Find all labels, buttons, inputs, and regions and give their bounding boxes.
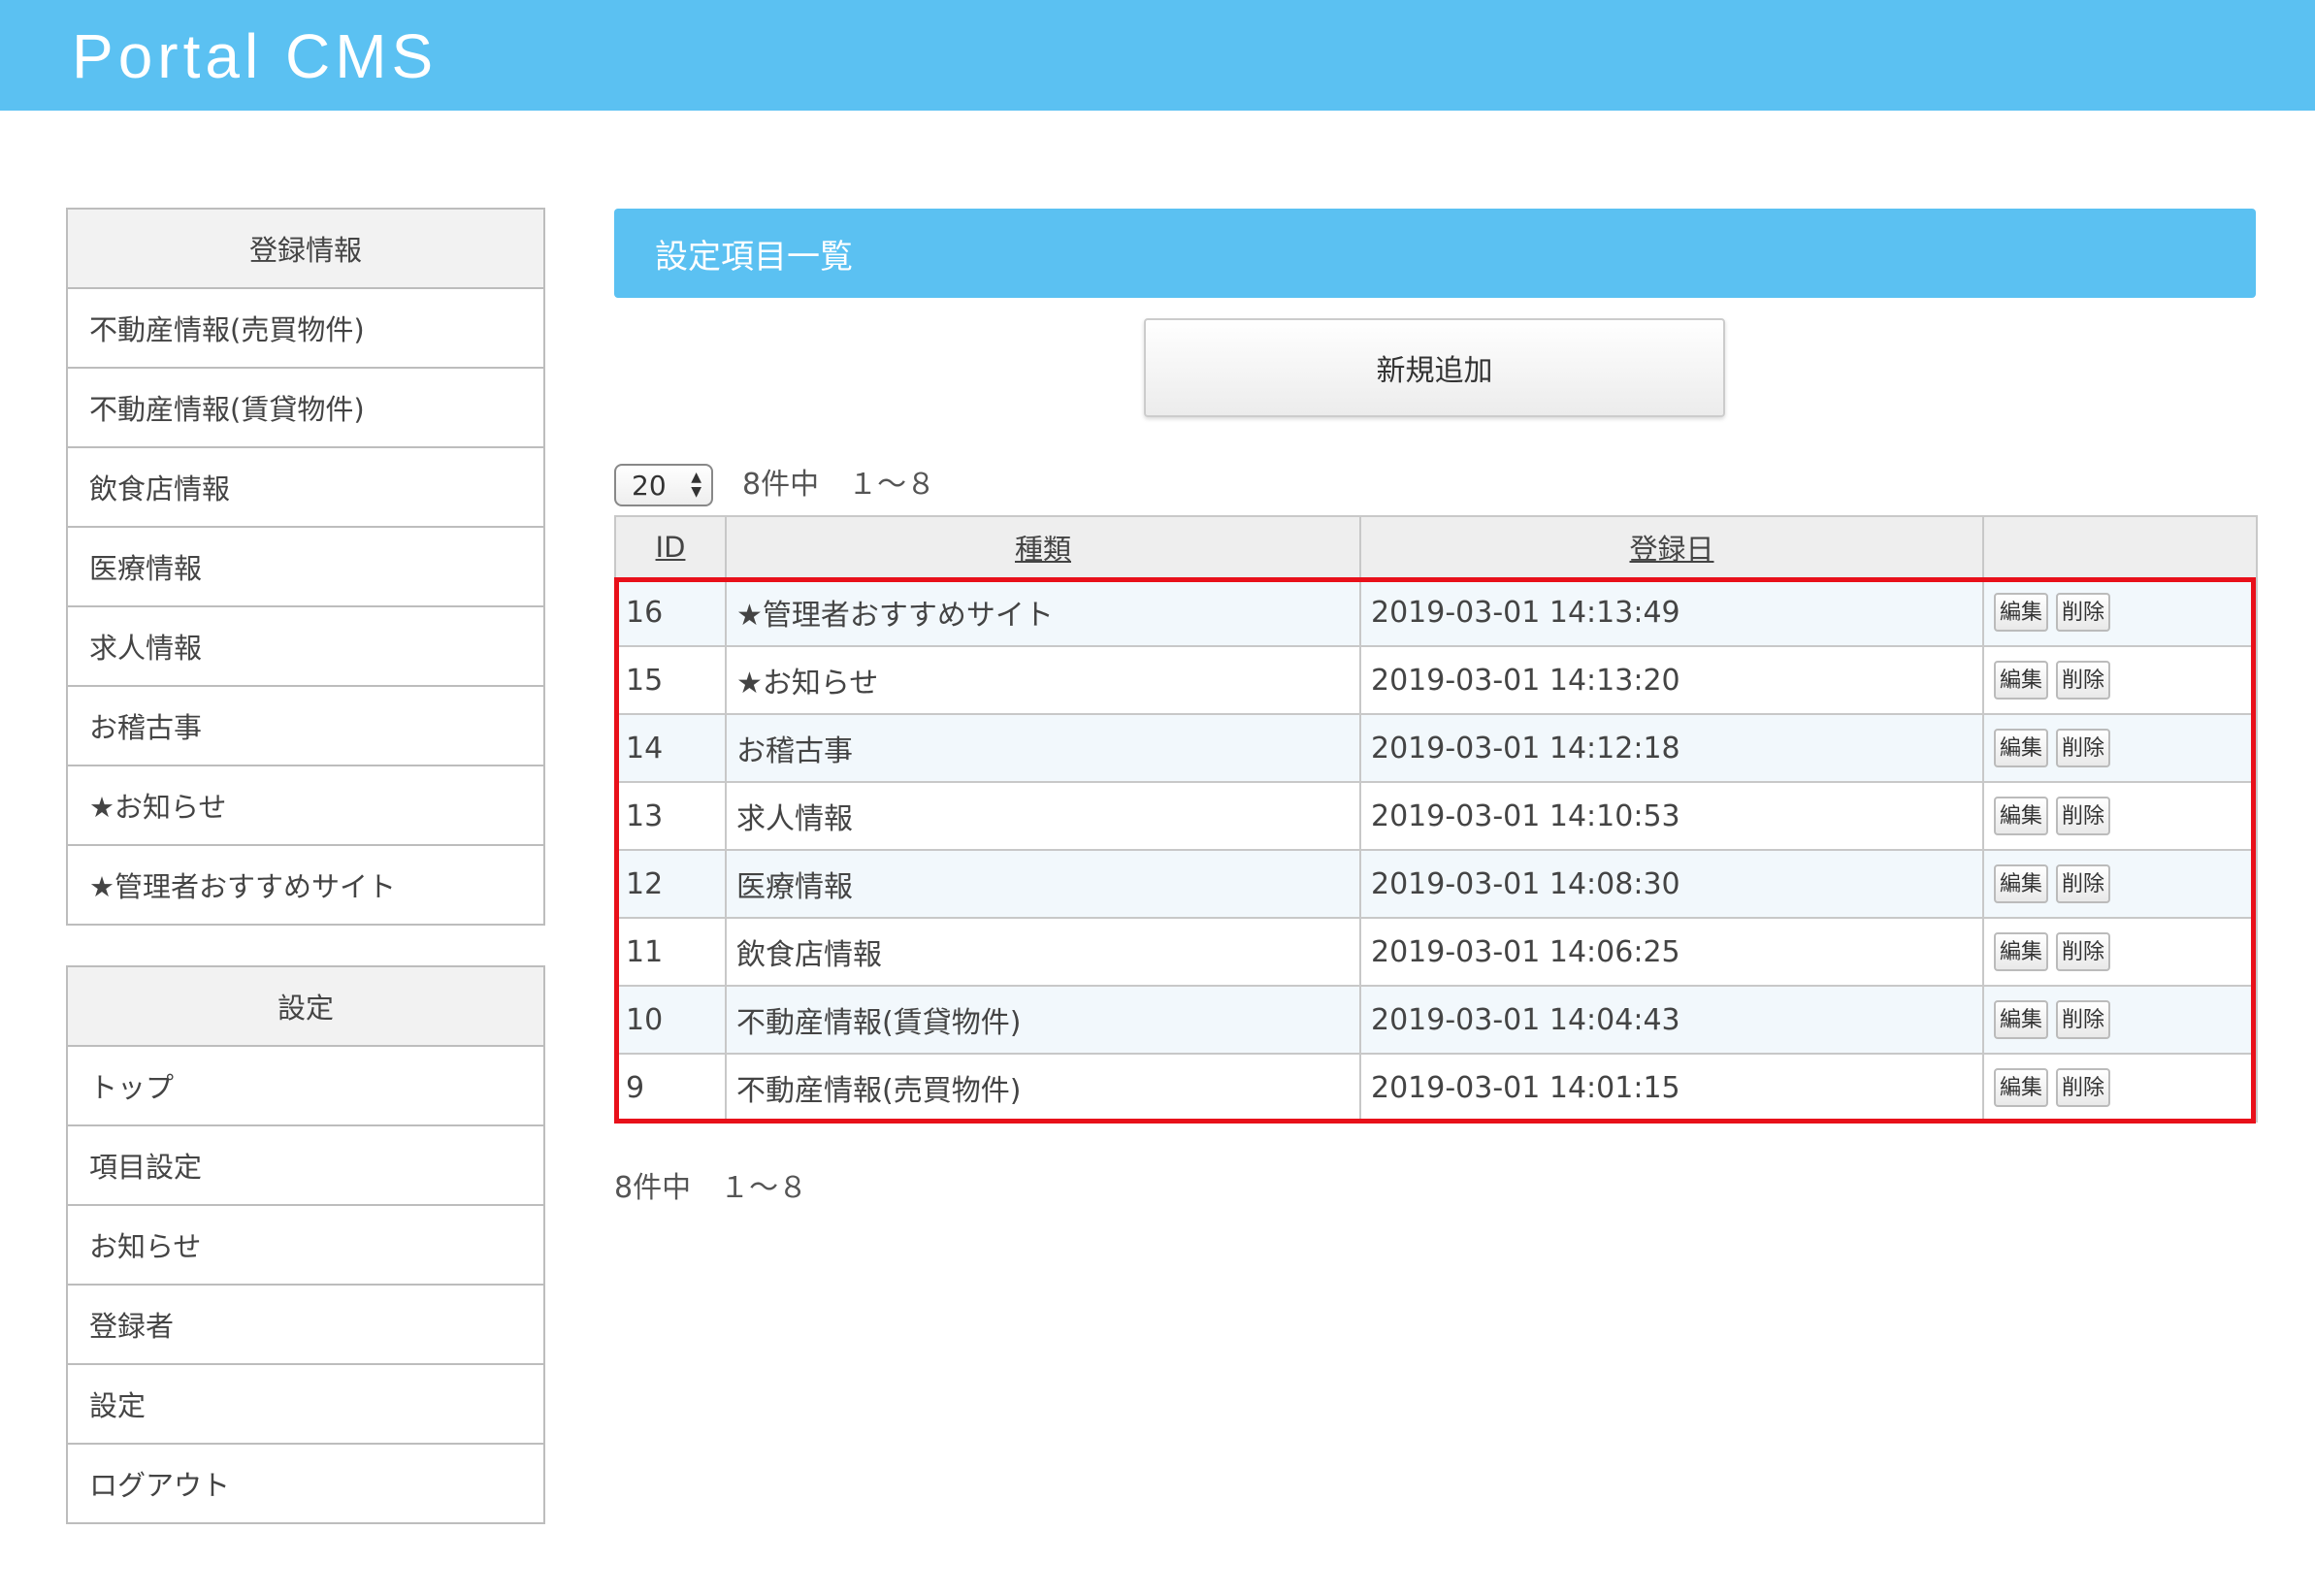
- cell-actions: 編集 削除: [1982, 577, 2258, 647]
- table-row: 9 不動産情報(売買物件) 2019-03-01 14:01:15 編集 削除: [614, 1053, 2258, 1123]
- cell-date: 2019-03-01 14:01:15: [1359, 1053, 1984, 1123]
- cell-type: 求人情報: [725, 781, 1361, 851]
- sidebar-item-medical[interactable]: 医療情報: [68, 528, 543, 607]
- edit-button[interactable]: 編集: [1994, 593, 2048, 632]
- settings-table: ID 種類 登録日 16 ★管理者おすすめサイト 2019-03-01 14:13:…: [614, 515, 2258, 1123]
- cell-type: 不動産情報(賃貸物件): [725, 985, 1361, 1055]
- cell-actions: 編集 削除: [1982, 645, 2258, 715]
- sidebar-item-registrants[interactable]: 登録者: [68, 1286, 543, 1365]
- cell-type: 医療情報: [725, 849, 1361, 919]
- sidebar-item-news[interactable]: ★お知らせ: [68, 766, 543, 846]
- cell-id: 14: [614, 713, 727, 783]
- sidebar-item-field-settings[interactable]: 項目設定: [68, 1126, 543, 1206]
- result-count-top: 8件中 １～８: [742, 468, 936, 502]
- edit-button[interactable]: 編集: [1994, 797, 2048, 835]
- cell-type: ★管理者おすすめサイト: [725, 577, 1361, 647]
- result-count-bottom: 8件中 １～８: [614, 1171, 808, 1205]
- cell-date: 2019-03-01 14:13:20: [1359, 645, 1984, 715]
- cell-actions: 編集 削除: [1982, 1053, 2258, 1123]
- cell-id: 15: [614, 645, 727, 715]
- delete-button[interactable]: 削除: [2056, 932, 2110, 971]
- cell-date: 2019-03-01 14:06:25: [1359, 917, 1984, 987]
- sidebar-item-top[interactable]: トップ: [68, 1047, 543, 1126]
- delete-button[interactable]: 削除: [2056, 729, 2110, 767]
- cell-actions: 編集 削除: [1982, 713, 2258, 783]
- sidebar-item-settings[interactable]: 設定: [68, 1365, 543, 1445]
- sidebar-settings-title: 設定: [68, 967, 543, 1047]
- edit-button[interactable]: 編集: [1994, 1000, 2048, 1039]
- cell-id: 11: [614, 917, 727, 987]
- edit-button[interactable]: 編集: [1994, 932, 2048, 971]
- delete-button[interactable]: 削除: [2056, 1000, 2110, 1039]
- per-page-select[interactable]: 20 ▲ ▼: [614, 464, 713, 506]
- add-new-button[interactable]: 新規追加: [1144, 318, 1725, 417]
- delete-button[interactable]: 削除: [2056, 593, 2110, 632]
- delete-button[interactable]: 削除: [2056, 1068, 2110, 1107]
- table-header-row: ID 種類 登録日: [614, 515, 2258, 579]
- cell-date: 2019-03-01 14:04:43: [1359, 985, 1984, 1055]
- table-row: 13 求人情報 2019-03-01 14:10:53 編集 削除: [614, 781, 2258, 851]
- cell-actions: 編集 削除: [1982, 849, 2258, 919]
- per-page-value: 20: [632, 469, 667, 502]
- page-title: 設定項目一覧: [614, 209, 2256, 298]
- sidebar-item-jobs[interactable]: 求人情報: [68, 607, 543, 687]
- sidebar-item-logout[interactable]: ログアウト: [68, 1445, 543, 1522]
- sidebar-registration-title: 登録情報: [68, 210, 543, 289]
- table-row: 14 お稽古事 2019-03-01 14:12:18 編集 削除: [614, 713, 2258, 783]
- sidebar-item-real-estate-sale[interactable]: 不動産情報(売買物件): [68, 289, 543, 369]
- edit-button[interactable]: 編集: [1994, 661, 2048, 700]
- column-header-actions: [1982, 515, 2258, 579]
- sidebar-item-real-estate-rent[interactable]: 不動産情報(賃貸物件): [68, 369, 543, 448]
- sidebar-settings-panel: 設定 トップ 項目設定 お知らせ 登録者 設定 ログアウト: [66, 965, 545, 1524]
- sidebar-item-lessons[interactable]: お稽古事: [68, 687, 543, 766]
- column-header-date[interactable]: 登録日: [1359, 515, 1984, 579]
- cell-id: 12: [614, 849, 727, 919]
- cell-date: 2019-03-01 14:12:18: [1359, 713, 1984, 783]
- table-row: 15 ★お知らせ 2019-03-01 14:13:20 編集 削除: [614, 645, 2258, 715]
- cell-type: 飲食店情報: [725, 917, 1361, 987]
- app-header: Portal CMS: [0, 0, 2315, 111]
- cell-date: 2019-03-01 14:10:53: [1359, 781, 1984, 851]
- delete-button[interactable]: 削除: [2056, 864, 2110, 903]
- cell-id: 9: [614, 1053, 727, 1123]
- edit-button[interactable]: 編集: [1994, 864, 2048, 903]
- cell-id: 16: [614, 577, 727, 647]
- select-arrows-icon: ▲ ▼: [691, 470, 701, 500]
- cell-type: お稽古事: [725, 713, 1361, 783]
- sidebar-item-recommended-sites[interactable]: ★管理者おすすめサイト: [68, 846, 543, 924]
- cell-actions: 編集 削除: [1982, 917, 2258, 987]
- cell-type: 不動産情報(売買物件): [725, 1053, 1361, 1123]
- cell-actions: 編集 削除: [1982, 781, 2258, 851]
- column-header-type[interactable]: 種類: [725, 515, 1361, 579]
- edit-button[interactable]: 編集: [1994, 729, 2048, 767]
- table-row: 12 医療情報 2019-03-01 14:08:30 編集 削除: [614, 849, 2258, 919]
- brand-logo-text[interactable]: Portal CMS: [72, 17, 438, 95]
- sidebar-item-notices[interactable]: お知らせ: [68, 1206, 543, 1286]
- table-row: 11 飲食店情報 2019-03-01 14:06:25 編集 削除: [614, 917, 2258, 987]
- cell-date: 2019-03-01 14:13:49: [1359, 577, 1984, 647]
- column-header-id[interactable]: ID: [614, 515, 727, 579]
- cell-actions: 編集 削除: [1982, 985, 2258, 1055]
- delete-button[interactable]: 削除: [2056, 661, 2110, 700]
- sidebar-registration-panel: 登録情報 不動産情報(売買物件) 不動産情報(賃貸物件) 飲食店情報 医療情報 …: [66, 208, 545, 926]
- cell-date: 2019-03-01 14:08:30: [1359, 849, 1984, 919]
- cell-type: ★お知らせ: [725, 645, 1361, 715]
- table-row: 16 ★管理者おすすめサイト 2019-03-01 14:13:49 編集 削除: [614, 577, 2258, 647]
- edit-button[interactable]: 編集: [1994, 1068, 2048, 1107]
- table-row: 10 不動産情報(賃貸物件) 2019-03-01 14:04:43 編集 削除: [614, 985, 2258, 1055]
- sidebar-item-restaurant[interactable]: 飲食店情報: [68, 448, 543, 528]
- cell-id: 13: [614, 781, 727, 851]
- cell-id: 10: [614, 985, 727, 1055]
- delete-button[interactable]: 削除: [2056, 797, 2110, 835]
